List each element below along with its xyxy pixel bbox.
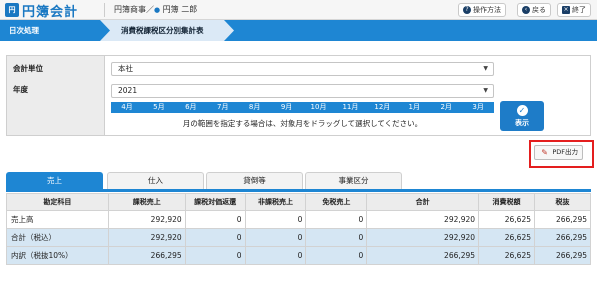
exit-button-label: 終了 <box>572 6 586 14</box>
unit-select-value: 本社 <box>118 64 133 73</box>
back-button[interactable]: ‹ 戻る <box>517 3 551 17</box>
unit-select[interactable]: 本社 ▼ <box>111 62 494 76</box>
user-info: 円簿商事／● 円簿 二郎 <box>114 4 197 15</box>
month-cell[interactable]: 11月 <box>334 102 366 113</box>
month-range-selector[interactable]: 4月 5月 6月 7月 8月 9月 10月 11月 12月 1月 2月 3月 <box>111 102 494 113</box>
close-icon: × <box>562 6 570 14</box>
pdf-icon: ✎ <box>541 148 548 157</box>
table-row: 売上高 292,920 0 0 0 292,920 26,625 266,295 <box>6 210 591 229</box>
table-cell: 266,295 <box>366 246 480 265</box>
column-header: 非課税売上 <box>244 193 307 211</box>
table-cell: 0 <box>305 210 368 229</box>
app-header: 円 円簿会計 円簿商事／● 円簿 二郎 ? 操作方法 ‹ 戻る × 終了 <box>0 0 597 20</box>
table-cell: 266,295 <box>534 246 591 265</box>
column-header: 課税売上 <box>107 193 186 211</box>
column-header: 税抜 <box>534 193 591 211</box>
column-header: 課税対価返還 <box>184 193 246 211</box>
year-label: 年度 <box>13 85 28 94</box>
breadcrumb: 日次処理 消費税課税区分別集計表 <box>0 20 597 41</box>
back-icon: ‹ <box>522 6 530 14</box>
month-cell[interactable]: 8月 <box>239 102 271 113</box>
tab-purchases[interactable]: 仕入 <box>107 172 204 189</box>
tab-bar: 売上 仕入 貸倒等 事業区分 <box>6 172 591 192</box>
check-icon: ✓ <box>516 105 528 116</box>
table-cell: 0 <box>244 228 307 247</box>
table-cell: 0 <box>305 246 368 265</box>
table-cell: 26,625 <box>478 246 535 265</box>
unit-label: 会計単位 <box>13 64 43 73</box>
tab-sales[interactable]: 売上 <box>6 172 103 189</box>
column-header: 合計 <box>366 193 480 211</box>
table-cell: 266,295 <box>107 246 186 265</box>
breadcrumb-section[interactable]: 日次処理 <box>0 20 102 41</box>
table-cell: 292,920 <box>107 210 186 229</box>
column-header: 勘定科目 <box>6 193 109 211</box>
header-divider <box>104 3 105 17</box>
chevron-down-icon: ▼ <box>483 65 488 72</box>
month-cell[interactable]: 10月 <box>303 102 335 113</box>
month-cell[interactable]: 6月 <box>175 102 207 113</box>
table-cell: 292,920 <box>366 228 480 247</box>
table-cell: 0 <box>184 246 246 265</box>
pdf-export-label: PDF出力 <box>552 148 578 156</box>
app-logo[interactable]: 円 円簿会計 <box>5 2 79 20</box>
show-button[interactable]: ✓ 表示 <box>500 101 544 131</box>
table-cell: 0 <box>244 210 307 229</box>
month-cell[interactable]: 12月 <box>366 102 398 113</box>
help-button-label: 操作方法 <box>473 6 501 14</box>
month-cell[interactable]: 4月 <box>111 102 143 113</box>
month-cell[interactable]: 9月 <box>271 102 303 113</box>
filter-labels: 会計単位 年度 <box>7 56 105 135</box>
table-row: 内訳（税抜10%） 266,295 0 0 0 266,295 26,625 2… <box>6 246 591 265</box>
table-cell: 0 <box>305 228 368 247</box>
month-cell[interactable]: 1月 <box>398 102 430 113</box>
table-cell: 0 <box>244 246 307 265</box>
help-icon: ? <box>463 6 471 14</box>
table-cell: 0 <box>184 210 246 229</box>
logo-icon: 円 <box>5 3 19 17</box>
breadcrumb-current: 消費税課税区分別集計表 <box>100 20 234 41</box>
table-cell: 0 <box>184 228 246 247</box>
table-cell: 266,295 <box>534 210 591 229</box>
user-office: 円簿商事／ <box>114 5 154 14</box>
table-cell: 26,625 <box>478 210 535 229</box>
year-select-value: 2021 <box>118 86 138 95</box>
column-header: 免税売上 <box>305 193 368 211</box>
table-cell: 26,625 <box>478 228 535 247</box>
month-cell[interactable]: 7月 <box>207 102 239 113</box>
tax-summary-table: 勘定科目 課税売上 課税対価返還 非課税売上 免税売上 合計 消費税額 税抜 売… <box>6 193 591 265</box>
app-name: 円簿会計 <box>22 4 79 20</box>
month-cell[interactable]: 2月 <box>430 102 462 113</box>
show-button-label: 表示 <box>515 119 529 127</box>
table-cell: 売上高 <box>6 210 109 229</box>
chevron-down-icon: ▼ <box>483 87 488 94</box>
exit-button[interactable]: × 終了 <box>557 3 591 17</box>
table-cell: 292,920 <box>366 210 480 229</box>
pdf-export-button[interactable]: ✎ PDF出力 <box>534 145 583 160</box>
month-cell[interactable]: 5月 <box>143 102 175 113</box>
user-status-icon: ● <box>154 6 161 14</box>
month-cell[interactable]: 3月 <box>462 102 494 113</box>
tab-business-category[interactable]: 事業区分 <box>305 172 402 189</box>
table-cell: 292,920 <box>107 228 186 247</box>
table-cell: 合計（税込） <box>6 228 109 247</box>
help-button[interactable]: ? 操作方法 <box>458 3 506 17</box>
table-row: 合計（税込） 292,920 0 0 0 292,920 26,625 266,… <box>6 228 591 247</box>
table-cell: 内訳（税抜10%） <box>6 246 109 265</box>
user-name: 円簿 二郎 <box>162 5 198 14</box>
tab-bad-debts[interactable]: 貸倒等 <box>206 172 303 189</box>
back-button-label: 戻る <box>532 6 546 14</box>
column-header: 消費税額 <box>478 193 535 211</box>
year-select[interactable]: 2021 ▼ <box>111 84 494 98</box>
month-range-hint: 月の範囲を指定する場合は、対象月をドラッグして選択してください。 <box>182 119 423 128</box>
table-header-row: 勘定科目 課税売上 課税対価返還 非課税売上 免税売上 合計 消費税額 税抜 <box>6 193 591 211</box>
table-cell: 266,295 <box>534 228 591 247</box>
